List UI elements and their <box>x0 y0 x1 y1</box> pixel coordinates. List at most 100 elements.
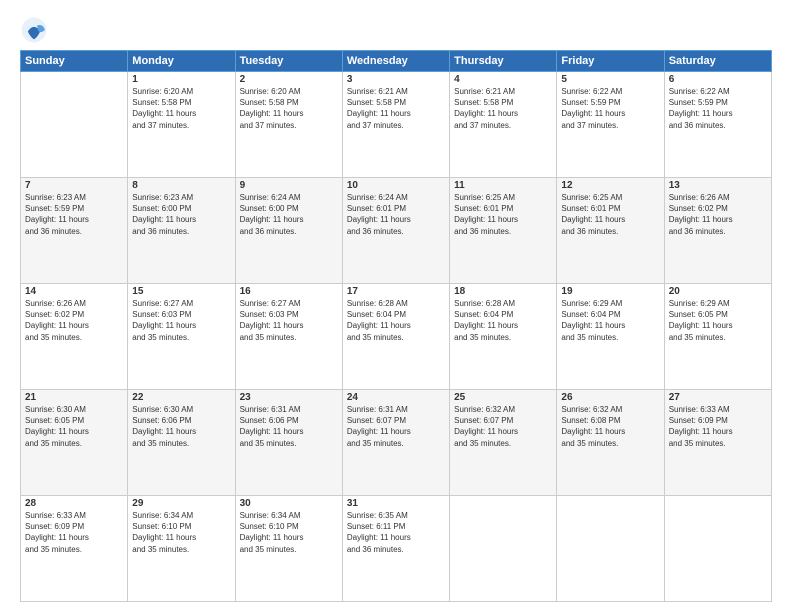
cell-info: Sunrise: 6:33 AM Sunset: 6:09 PM Dayligh… <box>25 510 123 555</box>
calendar-cell: 14Sunrise: 6:26 AM Sunset: 6:02 PM Dayli… <box>21 284 128 390</box>
calendar-cell: 19Sunrise: 6:29 AM Sunset: 6:04 PM Dayli… <box>557 284 664 390</box>
calendar-cell: 15Sunrise: 6:27 AM Sunset: 6:03 PM Dayli… <box>128 284 235 390</box>
cell-info: Sunrise: 6:30 AM Sunset: 6:06 PM Dayligh… <box>132 404 230 449</box>
day-number: 21 <box>25 392 123 403</box>
calendar-header-wednesday: Wednesday <box>342 51 449 72</box>
cell-info: Sunrise: 6:21 AM Sunset: 5:58 PM Dayligh… <box>454 86 552 131</box>
day-number: 27 <box>669 392 767 403</box>
calendar-cell: 5Sunrise: 6:22 AM Sunset: 5:59 PM Daylig… <box>557 72 664 178</box>
calendar-cell: 4Sunrise: 6:21 AM Sunset: 5:58 PM Daylig… <box>450 72 557 178</box>
cell-info: Sunrise: 6:33 AM Sunset: 6:09 PM Dayligh… <box>669 404 767 449</box>
cell-info: Sunrise: 6:24 AM Sunset: 6:00 PM Dayligh… <box>240 192 338 237</box>
page: SundayMondayTuesdayWednesdayThursdayFrid… <box>0 0 792 612</box>
calendar-week-5: 28Sunrise: 6:33 AM Sunset: 6:09 PM Dayli… <box>21 496 772 602</box>
calendar-table: SundayMondayTuesdayWednesdayThursdayFrid… <box>20 50 772 602</box>
calendar-week-2: 7Sunrise: 6:23 AM Sunset: 5:59 PM Daylig… <box>21 178 772 284</box>
calendar-cell: 10Sunrise: 6:24 AM Sunset: 6:01 PM Dayli… <box>342 178 449 284</box>
calendar-cell <box>450 496 557 602</box>
calendar-week-1: 1Sunrise: 6:20 AM Sunset: 5:58 PM Daylig… <box>21 72 772 178</box>
cell-info: Sunrise: 6:34 AM Sunset: 6:10 PM Dayligh… <box>240 510 338 555</box>
day-number: 4 <box>454 74 552 85</box>
day-number: 26 <box>561 392 659 403</box>
day-number: 11 <box>454 180 552 191</box>
cell-info: Sunrise: 6:25 AM Sunset: 6:01 PM Dayligh… <box>454 192 552 237</box>
calendar-cell: 16Sunrise: 6:27 AM Sunset: 6:03 PM Dayli… <box>235 284 342 390</box>
calendar-cell <box>21 72 128 178</box>
day-number: 6 <box>669 74 767 85</box>
logo-icon <box>20 16 48 44</box>
cell-info: Sunrise: 6:29 AM Sunset: 6:04 PM Dayligh… <box>561 298 659 343</box>
calendar-header-tuesday: Tuesday <box>235 51 342 72</box>
day-number: 29 <box>132 498 230 509</box>
day-number: 9 <box>240 180 338 191</box>
calendar-week-4: 21Sunrise: 6:30 AM Sunset: 6:05 PM Dayli… <box>21 390 772 496</box>
day-number: 28 <box>25 498 123 509</box>
day-number: 25 <box>454 392 552 403</box>
day-number: 2 <box>240 74 338 85</box>
day-number: 23 <box>240 392 338 403</box>
calendar-cell: 22Sunrise: 6:30 AM Sunset: 6:06 PM Dayli… <box>128 390 235 496</box>
calendar-cell: 12Sunrise: 6:25 AM Sunset: 6:01 PM Dayli… <box>557 178 664 284</box>
calendar-cell: 11Sunrise: 6:25 AM Sunset: 6:01 PM Dayli… <box>450 178 557 284</box>
calendar-cell: 2Sunrise: 6:20 AM Sunset: 5:58 PM Daylig… <box>235 72 342 178</box>
calendar-cell: 31Sunrise: 6:35 AM Sunset: 6:11 PM Dayli… <box>342 496 449 602</box>
cell-info: Sunrise: 6:28 AM Sunset: 6:04 PM Dayligh… <box>347 298 445 343</box>
cell-info: Sunrise: 6:32 AM Sunset: 6:08 PM Dayligh… <box>561 404 659 449</box>
day-number: 31 <box>347 498 445 509</box>
day-number: 18 <box>454 286 552 297</box>
calendar-cell: 1Sunrise: 6:20 AM Sunset: 5:58 PM Daylig… <box>128 72 235 178</box>
cell-info: Sunrise: 6:32 AM Sunset: 6:07 PM Dayligh… <box>454 404 552 449</box>
calendar-cell: 27Sunrise: 6:33 AM Sunset: 6:09 PM Dayli… <box>664 390 771 496</box>
calendar-cell: 3Sunrise: 6:21 AM Sunset: 5:58 PM Daylig… <box>342 72 449 178</box>
cell-info: Sunrise: 6:29 AM Sunset: 6:05 PM Dayligh… <box>669 298 767 343</box>
day-number: 22 <box>132 392 230 403</box>
calendar-header-friday: Friday <box>557 51 664 72</box>
cell-info: Sunrise: 6:22 AM Sunset: 5:59 PM Dayligh… <box>669 86 767 131</box>
day-number: 10 <box>347 180 445 191</box>
day-number: 19 <box>561 286 659 297</box>
calendar-cell: 9Sunrise: 6:24 AM Sunset: 6:00 PM Daylig… <box>235 178 342 284</box>
cell-info: Sunrise: 6:21 AM Sunset: 5:58 PM Dayligh… <box>347 86 445 131</box>
day-number: 17 <box>347 286 445 297</box>
calendar-header-monday: Monday <box>128 51 235 72</box>
cell-info: Sunrise: 6:23 AM Sunset: 6:00 PM Dayligh… <box>132 192 230 237</box>
calendar-cell: 28Sunrise: 6:33 AM Sunset: 6:09 PM Dayli… <box>21 496 128 602</box>
calendar-cell: 30Sunrise: 6:34 AM Sunset: 6:10 PM Dayli… <box>235 496 342 602</box>
calendar-cell: 29Sunrise: 6:34 AM Sunset: 6:10 PM Dayli… <box>128 496 235 602</box>
calendar-cell: 8Sunrise: 6:23 AM Sunset: 6:00 PM Daylig… <box>128 178 235 284</box>
calendar-week-3: 14Sunrise: 6:26 AM Sunset: 6:02 PM Dayli… <box>21 284 772 390</box>
cell-info: Sunrise: 6:25 AM Sunset: 6:01 PM Dayligh… <box>561 192 659 237</box>
cell-info: Sunrise: 6:26 AM Sunset: 6:02 PM Dayligh… <box>669 192 767 237</box>
calendar-cell: 24Sunrise: 6:31 AM Sunset: 6:07 PM Dayli… <box>342 390 449 496</box>
cell-info: Sunrise: 6:28 AM Sunset: 6:04 PM Dayligh… <box>454 298 552 343</box>
calendar-cell: 20Sunrise: 6:29 AM Sunset: 6:05 PM Dayli… <box>664 284 771 390</box>
day-number: 12 <box>561 180 659 191</box>
logo <box>20 16 52 44</box>
cell-info: Sunrise: 6:34 AM Sunset: 6:10 PM Dayligh… <box>132 510 230 555</box>
cell-info: Sunrise: 6:31 AM Sunset: 6:07 PM Dayligh… <box>347 404 445 449</box>
day-number: 24 <box>347 392 445 403</box>
day-number: 16 <box>240 286 338 297</box>
day-number: 20 <box>669 286 767 297</box>
day-number: 15 <box>132 286 230 297</box>
calendar-cell <box>557 496 664 602</box>
calendar-cell: 18Sunrise: 6:28 AM Sunset: 6:04 PM Dayli… <box>450 284 557 390</box>
cell-info: Sunrise: 6:22 AM Sunset: 5:59 PM Dayligh… <box>561 86 659 131</box>
calendar-cell <box>664 496 771 602</box>
header <box>20 16 772 44</box>
day-number: 5 <box>561 74 659 85</box>
calendar-cell: 13Sunrise: 6:26 AM Sunset: 6:02 PM Dayli… <box>664 178 771 284</box>
cell-info: Sunrise: 6:31 AM Sunset: 6:06 PM Dayligh… <box>240 404 338 449</box>
calendar-cell: 21Sunrise: 6:30 AM Sunset: 6:05 PM Dayli… <box>21 390 128 496</box>
calendar-cell: 23Sunrise: 6:31 AM Sunset: 6:06 PM Dayli… <box>235 390 342 496</box>
calendar-cell: 17Sunrise: 6:28 AM Sunset: 6:04 PM Dayli… <box>342 284 449 390</box>
calendar-cell: 7Sunrise: 6:23 AM Sunset: 5:59 PM Daylig… <box>21 178 128 284</box>
cell-info: Sunrise: 6:24 AM Sunset: 6:01 PM Dayligh… <box>347 192 445 237</box>
day-number: 3 <box>347 74 445 85</box>
calendar-header-thursday: Thursday <box>450 51 557 72</box>
day-number: 7 <box>25 180 123 191</box>
day-number: 8 <box>132 180 230 191</box>
cell-info: Sunrise: 6:26 AM Sunset: 6:02 PM Dayligh… <box>25 298 123 343</box>
day-number: 1 <box>132 74 230 85</box>
cell-info: Sunrise: 6:27 AM Sunset: 6:03 PM Dayligh… <box>132 298 230 343</box>
